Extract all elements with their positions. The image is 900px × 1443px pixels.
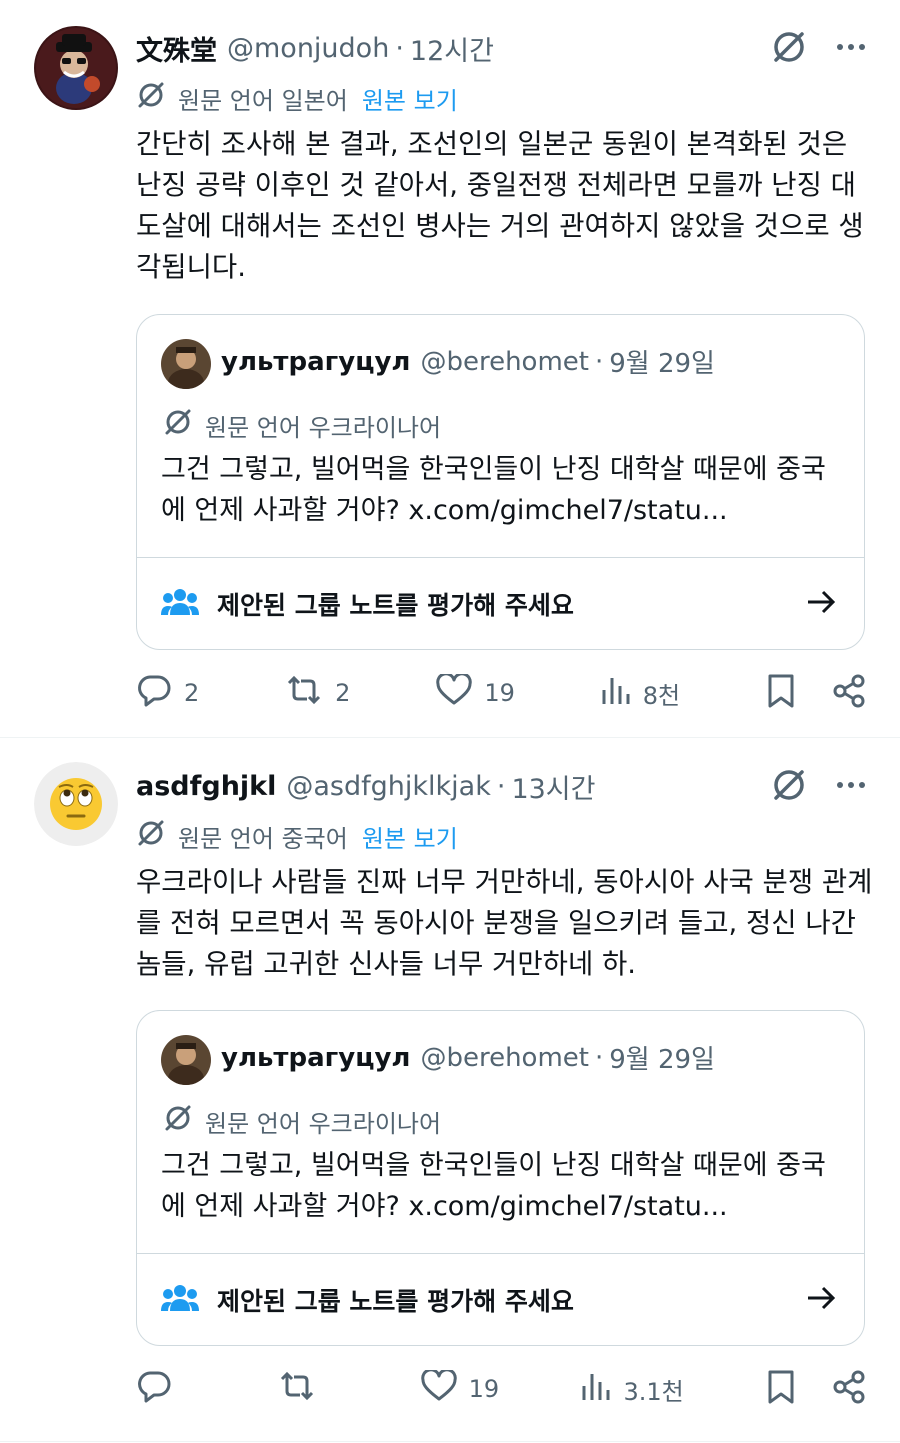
views-icon: [601, 674, 631, 712]
community-note-prompt[interactable]: 제안된 그룹 노트를 평가해 주세요: [137, 557, 864, 649]
reply-count: 2: [184, 679, 200, 707]
action-bar: 19 3.1천: [136, 1368, 866, 1410]
quoted-display-name: ультрагуцул: [221, 346, 411, 377]
translate-icon[interactable]: [770, 28, 808, 66]
like-icon: [436, 672, 473, 712]
quoted-timestamp: 9월 29일: [609, 1045, 715, 1075]
more-icon[interactable]: [836, 42, 866, 52]
community-note-label: 제안된 그룹 노트를 평가해 주세요: [217, 590, 574, 620]
quoted-tweet[interactable]: ультрагуцул @berehomet · 9월 29일 원문 언어 우크…: [136, 314, 865, 650]
share-icon[interactable]: [832, 1370, 866, 1408]
reply-button[interactable]: 2: [136, 672, 199, 714]
bookmark-icon[interactable]: [766, 1369, 796, 1409]
quoted-avatar[interactable]: [161, 339, 211, 389]
show-original-link[interactable]: 원본 보기: [362, 819, 458, 854]
tweet[interactable]: 文殊堂 @monjudoh · 12시간 원문 언어 일본어 원본 보기 간단히…: [0, 0, 900, 738]
separator-dot: ·: [496, 770, 506, 802]
translate-icon: [163, 1103, 193, 1139]
avatar[interactable]: [34, 762, 118, 846]
view-count: 3.1천: [623, 1377, 684, 1406]
header-actions: [770, 28, 866, 66]
reply-button[interactable]: [136, 1368, 196, 1410]
timestamp[interactable]: 13시간: [511, 767, 595, 806]
display-name[interactable]: asdfghjkl: [136, 771, 276, 802]
quoted-translation-info: 원문 언어 우크라이나어: [163, 1103, 441, 1139]
timeline-feed: 文殊堂 @monjudoh · 12시간 원문 언어 일본어 원본 보기 간단히…: [0, 0, 900, 1442]
arrow-right-icon: [806, 589, 836, 619]
tweet-text: 간단히 조사해 본 결과, 조선인의 일본군 동원이 본격화된 것은 난징 공략…: [136, 128, 864, 283]
quoted-translation-label: 원문 언어 우크라이나어: [205, 1109, 442, 1138]
views-button[interactable]: 8천: [601, 674, 680, 712]
like-button[interactable]: 19: [436, 672, 515, 712]
repost-button[interactable]: [278, 1369, 338, 1409]
community-note-label: 제안된 그룹 노트를 평가해 주세요: [217, 1286, 574, 1316]
repost-count: 2: [335, 679, 351, 707]
translation-label: 원문 언어 중국어: [178, 824, 348, 853]
like-count: 19: [484, 679, 515, 707]
translate-icon: [136, 80, 166, 116]
action-bar: 2 2 19 8천: [136, 672, 866, 714]
quoted-text: 그건 그렇고, 빌어먹을 한국인들이 난징 대학살 때문에 중국에 언제 사과할…: [161, 1150, 826, 1222]
secondary-actions: [766, 673, 866, 713]
quoted-display-name: ультрагуцул: [221, 1042, 411, 1073]
more-icon[interactable]: [836, 780, 866, 790]
repost-icon: [278, 1369, 316, 1409]
separator-dot: ·: [594, 1042, 604, 1073]
separator-dot: ·: [594, 346, 604, 377]
like-button[interactable]: 19: [420, 1368, 500, 1408]
quoted-text: 그건 그렇고, 빌어먹을 한국인들이 난징 대학살 때문에 중국에 언제 사과할…: [161, 454, 826, 526]
bookmark-icon[interactable]: [766, 673, 796, 713]
view-count: 8천: [642, 681, 681, 710]
reply-icon: [136, 1368, 172, 1410]
timestamp[interactable]: 12시간: [410, 29, 494, 68]
avatar[interactable]: [34, 26, 118, 110]
translation-info: 원문 언어 중국어 원본 보기: [136, 818, 458, 854]
repost-icon: [285, 673, 323, 713]
tweet-text: 우크라이나 사람들 진짜 너무 거만하네, 동아시아 사국 분쟁 관계를 전혀 …: [136, 866, 873, 980]
translate-icon[interactable]: [770, 766, 808, 804]
like-icon: [420, 1368, 457, 1408]
views-button[interactable]: 3.1천: [581, 1370, 684, 1408]
translate-icon: [163, 407, 193, 443]
translation-info: 원문 언어 일본어 원본 보기: [136, 80, 458, 116]
quoted-tweet[interactable]: ультрагуцул @berehomet · 9월 29일 원문 언어 우크…: [136, 1010, 865, 1346]
arrow-right-icon: [806, 1285, 836, 1315]
community-notes-icon: [161, 587, 199, 621]
header-actions: [770, 766, 866, 804]
quoted-header: ультрагуцул @berehomet · 9월 29일: [221, 1039, 715, 1076]
display-name[interactable]: 文殊堂: [136, 29, 217, 68]
secondary-actions: [766, 1369, 866, 1409]
quoted-avatar[interactable]: [161, 1035, 211, 1085]
tweet-header: 文殊堂 @monjudoh · 12시간: [136, 28, 494, 68]
quoted-translation-label: 원문 언어 우크라이나어: [205, 413, 442, 442]
translate-icon: [136, 818, 166, 854]
community-notes-icon: [161, 1283, 199, 1317]
tweet-header: asdfghjkl @asdfghjklkjak · 13시간: [136, 766, 596, 806]
tweet[interactable]: asdfghjkl @asdfghjklkjak · 13시간 원문 언어 중국…: [0, 738, 900, 1442]
quoted-user-handle: @berehomet: [420, 1042, 589, 1073]
community-note-prompt[interactable]: 제안된 그룹 노트를 평가해 주세요: [137, 1253, 864, 1345]
separator-dot: ·: [395, 32, 404, 64]
reply-icon: [136, 672, 172, 714]
user-handle[interactable]: @monjudoh: [227, 33, 389, 64]
quoted-translation-info: 원문 언어 우크라이나어: [163, 407, 441, 443]
quoted-user-handle: @berehomet: [420, 346, 589, 377]
share-icon[interactable]: [832, 674, 866, 712]
translation-label: 원문 언어 일본어: [178, 86, 348, 115]
show-original-link[interactable]: 원본 보기: [362, 81, 458, 116]
like-count: 19: [468, 1375, 500, 1403]
quoted-header: ультрагуцул @berehomet · 9월 29일: [221, 343, 715, 380]
user-handle[interactable]: @asdfghjklkjak: [286, 771, 490, 802]
views-icon: [581, 1370, 611, 1408]
quoted-timestamp: 9월 29일: [609, 349, 715, 379]
repost-button[interactable]: 2: [285, 673, 350, 713]
